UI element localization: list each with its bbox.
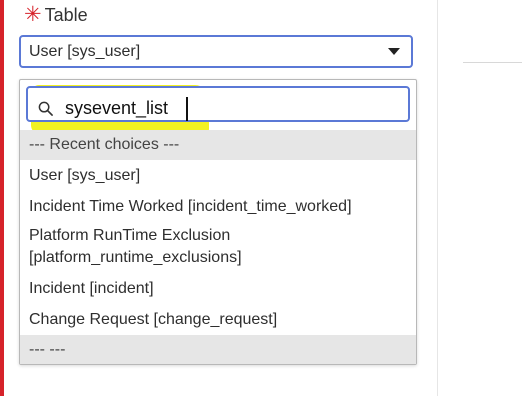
panel-divider (437, 0, 438, 396)
table-field-label: ✳ Table (24, 2, 88, 28)
option-incident[interactable]: Incident [incident] (20, 273, 416, 304)
section-divider (463, 62, 522, 63)
option-sys-user[interactable]: User [sys_user] (20, 160, 416, 191)
option-change-request[interactable]: Change Request [change_request] (20, 304, 416, 335)
text-cursor (186, 97, 188, 121)
option-group-header: --- Recent choices --- (20, 130, 416, 160)
option-group-separator: --- --- (20, 335, 416, 364)
option-platform-runtime-exclusion[interactable]: Platform RunTime Exclusion [platform_run… (20, 222, 416, 270)
table-select[interactable]: User [sys_user] (19, 35, 413, 68)
field-label-text: Table (44, 4, 88, 25)
required-indicator-bar (0, 0, 4, 396)
option-label-line1: Platform RunTime Exclusion (29, 227, 231, 244)
chevron-down-icon[interactable] (388, 48, 400, 55)
search-icon (38, 101, 53, 116)
table-dropdown: sysevent_list --- Recent choices --- Use… (19, 79, 417, 365)
search-input[interactable]: sysevent_list (65, 98, 168, 119)
required-icon: ✳ (24, 3, 42, 26)
option-label-line2: [platform_runtime_exclusions] (29, 249, 242, 266)
select-value: User [sys_user] (29, 42, 141, 60)
option-incident-time-worked[interactable]: Incident Time Worked [incident_time_work… (20, 191, 416, 222)
dropdown-search-field[interactable]: sysevent_list (26, 86, 410, 122)
